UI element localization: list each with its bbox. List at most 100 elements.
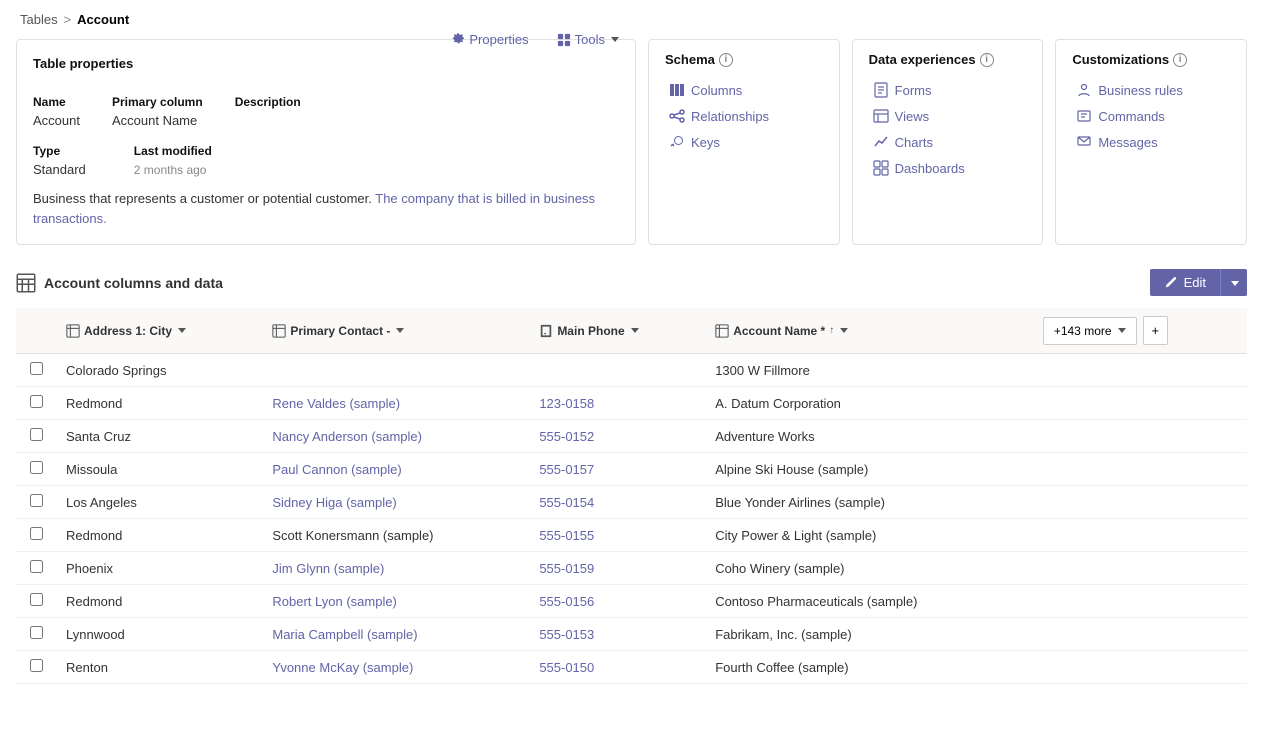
keys-icon — [669, 134, 685, 150]
row-account: City Power & Light (sample) — [705, 519, 1033, 552]
account-col-chevron[interactable] — [840, 328, 848, 333]
dashboards-link[interactable]: Dashboards — [869, 155, 1027, 181]
custom-info-icon[interactable]: i — [1173, 53, 1187, 67]
schema-title: Schema i — [665, 52, 823, 67]
messages-link[interactable]: Messages — [1072, 129, 1230, 155]
commands-link[interactable]: Commands — [1072, 103, 1230, 129]
schema-relationships-label: Relationships — [691, 109, 769, 124]
row-phone: 555-0155 — [529, 519, 705, 552]
commands-label: Commands — [1098, 109, 1164, 124]
row-checkbox[interactable] — [16, 519, 56, 552]
charts-label: Charts — [895, 135, 933, 150]
tools-link[interactable]: Tools — [557, 32, 619, 47]
row-contact[interactable]: Rene Valdes (sample) — [262, 387, 529, 420]
table-properties-title: Table properties — [33, 56, 133, 71]
row-city: Phoenix — [56, 552, 262, 585]
schema-info-icon[interactable]: i — [719, 53, 733, 67]
row-extra — [1033, 585, 1247, 618]
more-columns-button[interactable]: +143 more — [1043, 317, 1137, 345]
properties-label: Properties — [469, 32, 528, 47]
table-row: Colorado Springs 1300 W Fillmore — [16, 354, 1247, 387]
row-extra — [1033, 618, 1247, 651]
row-contact[interactable]: Maria Campbell (sample) — [262, 618, 529, 651]
breadcrumb-separator: > — [64, 12, 72, 27]
more-columns-label: +143 more — [1054, 324, 1112, 338]
row-city: Renton — [56, 651, 262, 684]
tp-type-col: Type Standard — [33, 144, 86, 177]
row-checkbox[interactable] — [16, 453, 56, 486]
business-rules-link[interactable]: Business rules — [1072, 77, 1230, 103]
data-section: Account columns and data Edit Address 1:… — [0, 261, 1263, 684]
add-column-button[interactable]: + — [1143, 316, 1169, 345]
row-select-checkbox[interactable] — [30, 461, 43, 474]
column-account-icon — [715, 324, 729, 338]
tp-name-col: Name Account — [33, 95, 80, 128]
schema-columns-link[interactable]: Columns — [665, 77, 823, 103]
data-experiences-card: Data experiences i Forms Views Charts Da… — [852, 39, 1044, 245]
contact-col-chevron[interactable] — [396, 328, 404, 333]
row-extra — [1033, 387, 1247, 420]
row-city: Missoula — [56, 453, 262, 486]
more-col-chevron — [1118, 328, 1126, 333]
forms-link[interactable]: Forms — [869, 77, 1027, 103]
row-contact[interactable]: Jim Glynn (sample) — [262, 552, 529, 585]
row-checkbox[interactable] — [16, 585, 56, 618]
row-select-checkbox[interactable] — [30, 494, 43, 507]
row-checkbox[interactable] — [16, 552, 56, 585]
table-row: Renton Yvonne McKay (sample) 555-0150 Fo… — [16, 651, 1247, 684]
breadcrumb-parent[interactable]: Tables — [20, 12, 58, 27]
th-account: Account Name * ↑ — [705, 308, 1033, 354]
row-contact[interactable]: Yvonne McKay (sample) — [262, 651, 529, 684]
edit-caret-button[interactable] — [1220, 269, 1247, 296]
row-select-checkbox[interactable] — [30, 659, 43, 672]
row-select-checkbox[interactable] — [30, 593, 43, 606]
edit-caret-icon — [1231, 281, 1239, 286]
data-exp-info-icon[interactable]: i — [980, 53, 994, 67]
description-link[interactable]: The company that is billed in business t… — [33, 191, 595, 226]
row-city: Santa Cruz — [56, 420, 262, 453]
row-city: Redmond — [56, 387, 262, 420]
row-select-checkbox[interactable] — [30, 527, 43, 540]
th-city: Address 1: City — [56, 308, 262, 354]
row-contact[interactable]: Sidney Higa (sample) — [262, 486, 529, 519]
row-checkbox[interactable] — [16, 618, 56, 651]
row-phone: 555-0150 — [529, 651, 705, 684]
views-link[interactable]: Views — [869, 103, 1027, 129]
row-phone: 555-0153 — [529, 618, 705, 651]
tools-label: Tools — [575, 32, 605, 47]
row-select-checkbox[interactable] — [30, 560, 43, 573]
th-checkbox — [16, 308, 56, 354]
phone-col-chevron[interactable] — [631, 328, 639, 333]
tp-name-value: Account — [33, 113, 80, 128]
schema-relationships-link[interactable]: Relationships — [665, 103, 823, 129]
row-select-checkbox[interactable] — [30, 626, 43, 639]
row-contact[interactable]: Nancy Anderson (sample) — [262, 420, 529, 453]
edit-icon — [1164, 276, 1178, 290]
edit-button[interactable]: Edit — [1150, 269, 1220, 296]
city-col-chevron[interactable] — [178, 328, 186, 333]
tp-desc-col: Description — [235, 95, 301, 128]
relationships-icon — [669, 108, 685, 124]
tp-type-label: Type — [33, 144, 86, 158]
data-header-left: Account columns and data — [16, 273, 223, 293]
properties-link[interactable]: Properties — [451, 32, 528, 47]
row-select-checkbox[interactable] — [30, 428, 43, 441]
charts-link[interactable]: Charts — [869, 129, 1027, 155]
row-checkbox[interactable] — [16, 387, 56, 420]
row-extra — [1033, 453, 1247, 486]
row-checkbox[interactable] — [16, 420, 56, 453]
schema-keys-link[interactable]: Keys — [665, 129, 823, 155]
charts-icon — [873, 134, 889, 150]
row-checkbox[interactable] — [16, 651, 56, 684]
row-contact[interactable]: Robert Lyon (sample) — [262, 585, 529, 618]
row-select-checkbox[interactable] — [30, 362, 43, 375]
row-account: Blue Yonder Airlines (sample) — [705, 486, 1033, 519]
row-checkbox[interactable] — [16, 486, 56, 519]
row-select-checkbox[interactable] — [30, 395, 43, 408]
row-contact[interactable]: Paul Cannon (sample) — [262, 453, 529, 486]
schema-card: Schema i Columns Relationships Keys — [648, 39, 840, 245]
dashboards-icon — [873, 160, 889, 176]
row-checkbox[interactable] — [16, 354, 56, 387]
gear-icon — [451, 33, 465, 47]
row-phone: 555-0159 — [529, 552, 705, 585]
